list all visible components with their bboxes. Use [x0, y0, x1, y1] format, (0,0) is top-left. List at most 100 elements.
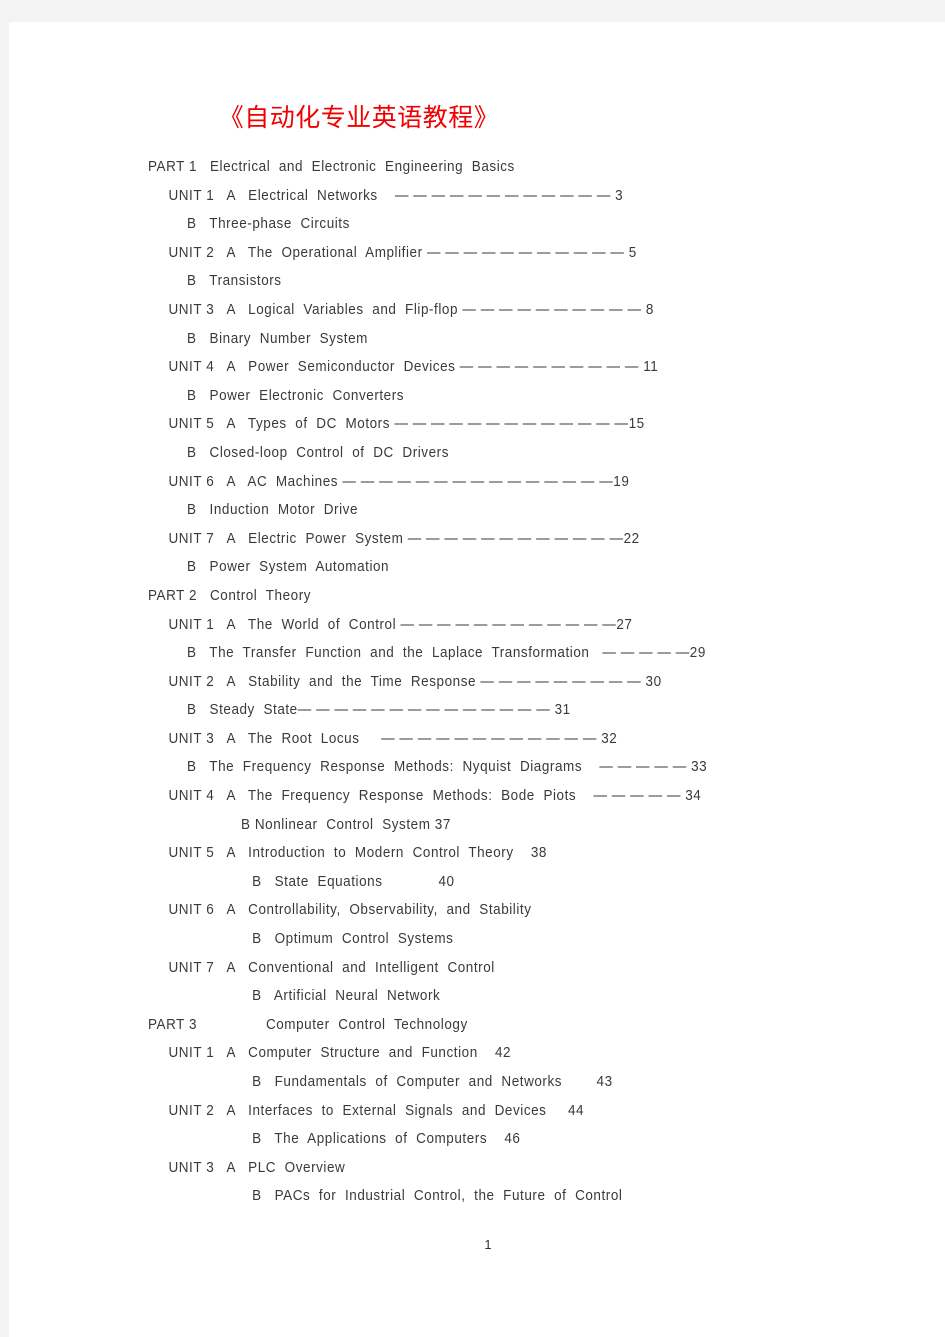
toc-entry: B Closed-loop Control of DC Drivers: [148, 439, 855, 468]
toc-entry-label: B Steady State: [187, 702, 298, 719]
toc-dot-leader: — — — — — — — — — — —: [426, 244, 629, 261]
toc-entry: PART 1 Electrical and Electronic Enginee…: [148, 153, 855, 182]
toc-entry-label: UNIT 7 A Conventional and Intelligent Co…: [168, 959, 495, 976]
toc-dot-leader: — — — — — — — — — — — — — — —: [342, 473, 614, 490]
toc-entry: UNIT 1 A Electrical Networks — — — — — —…: [148, 182, 855, 211]
toc-entry-label: B The Frequency Response Methods: Nyquis…: [187, 759, 587, 776]
page-title: 《自动化专业英语教程》: [218, 103, 500, 132]
toc-entry-label: UNIT 3 A PLC Overview: [168, 1159, 346, 1176]
toc-dot-leader: — — — — — — — — — — — —: [400, 616, 617, 633]
toc-entry: B Optimum Control Systems: [148, 925, 855, 954]
toc-entry-label: B Power System Automation: [187, 559, 390, 576]
toc-entry-label: UNIT 1 A Electrical Networks: [168, 187, 378, 204]
toc-entry-label: UNIT 1 A Computer Structure and Function…: [168, 1045, 512, 1062]
toc-entry: B The Applications of Computers 46: [148, 1125, 855, 1154]
toc-entry: B PACs for Industrial Control, the Futur…: [148, 1182, 855, 1211]
toc-entry-label: B Three-phase Circuits: [187, 216, 350, 233]
toc-entry-label: UNIT 6 A Controllability, Observability,…: [168, 902, 532, 919]
toc-entry: UNIT 5 A Types of DC Motors — — — — — — …: [148, 410, 855, 439]
toc-page-number: 22: [623, 530, 640, 547]
toc-entry: B Transistors: [148, 267, 855, 296]
toc-dot-leader: — — — — — — — — — — — — — —: [297, 702, 555, 719]
toc-entry-label: PART 1 Electrical and Electronic Enginee…: [148, 159, 515, 175]
toc-entry: PART 2 Control Theory: [148, 582, 855, 611]
toc-dot-leader: — — — — —: [586, 759, 692, 776]
toc-entry: UNIT 1 A The World of Control — — — — — …: [148, 611, 855, 640]
document-page: 《自动化专业英语教程》 PART 1 Electrical and Electr…: [9, 22, 945, 1337]
page-number: 1: [484, 1238, 492, 1252]
toc-entry: B Fundamentals of Computer and Networks …: [148, 1068, 855, 1097]
toc-entry: UNIT 2 A The Operational Amplifier — — —…: [148, 239, 855, 268]
toc-dot-leader: — — — — — — — — — —: [462, 301, 646, 318]
toc-entry: B The Frequency Response Methods: Nyquis…: [148, 753, 855, 782]
toc-entry-label: B Induction Motor Drive: [187, 502, 359, 519]
toc-entry: UNIT 3 A PLC Overview: [148, 1154, 855, 1183]
toc-entry-label: UNIT 5 A Introduction to Modern Control …: [168, 845, 547, 862]
toc-entry: B Power System Automation: [148, 553, 855, 582]
toc-entry: UNIT 1 A Computer Structure and Function…: [148, 1039, 855, 1068]
toc-entry: PART 3 Computer Control Technology: [148, 1011, 855, 1040]
toc-page-number: 32: [601, 730, 618, 747]
toc-dot-leader: — — — — — — — — — — — —: [363, 730, 602, 747]
toc-entry: B State Equations 40: [148, 868, 855, 897]
table-of-contents: PART 1 Electrical and Electronic Enginee…: [148, 153, 908, 1211]
toc-entry: B Three-phase Circuits: [148, 210, 855, 239]
toc-page-number: 27: [616, 616, 633, 633]
toc-entry-label: UNIT 3 A The Root Locus: [168, 730, 364, 747]
toc-entry-label: UNIT 2 A The Operational Amplifier: [168, 244, 427, 261]
toc-entry-label: PART 3 Computer Control Technology: [148, 1016, 468, 1033]
toc-entry: B The Transfer Function and the Laplace …: [148, 639, 855, 668]
toc-entry-label: PART 2 Control Theory: [148, 587, 312, 604]
toc-entry: B Binary Number System: [148, 325, 855, 354]
toc-page-number: 5: [628, 244, 637, 261]
toc-entry-label: B PACs for Industrial Control, the Futur…: [252, 1188, 623, 1205]
toc-entry-label: B The Transfer Function and the Laplace …: [187, 645, 594, 662]
toc-entry-label: B The Applications of Computers 46: [252, 1131, 521, 1148]
toc-page-number: 34: [685, 788, 702, 805]
toc-dot-leader: — — — — — — — — — — — — —: [394, 416, 629, 433]
toc-dot-leader: — — — — — — — — — — — —: [407, 530, 624, 547]
toc-page-number: 31: [554, 702, 571, 719]
toc-entry: UNIT 4 A Power Semiconductor Devices — —…: [148, 353, 855, 382]
toc-entry: UNIT 7 A Electric Power System — — — — —…: [148, 525, 855, 554]
toc-entry-label: UNIT 2 A Interfaces to External Signals …: [168, 1102, 585, 1119]
toc-dot-leader: — — — — — — — — — —: [459, 359, 644, 376]
toc-entry-label: B Nonlinear Control System 37: [241, 816, 451, 833]
toc-page-number: 33: [691, 759, 708, 776]
toc-page-number: 30: [645, 673, 662, 690]
toc-entry: UNIT 5 A Introduction to Modern Control …: [148, 839, 855, 868]
toc-entry: UNIT 6 A AC Machines — — — — — — — — — —…: [148, 468, 855, 497]
toc-dot-leader: — — — — —: [593, 645, 690, 662]
toc-dot-leader: — — — — — — — — —: [480, 673, 646, 690]
toc-entry-label: B Optimum Control Systems: [252, 931, 454, 948]
toc-page-number: 29: [689, 645, 706, 662]
toc-entry-label: B Closed-loop Control of DC Drivers: [187, 444, 450, 461]
toc-entry: UNIT 3 A The Root Locus — — — — — — — — …: [148, 725, 855, 754]
toc-entry: UNIT 6 A Controllability, Observability,…: [148, 896, 855, 925]
toc-entry-label: UNIT 4 A The Frequency Response Methods:…: [168, 788, 581, 805]
toc-entry-label: UNIT 3 A Logical Variables and Flip-flop: [168, 301, 463, 318]
toc-entry: UNIT 2 A Stability and the Time Response…: [148, 668, 855, 697]
toc-entry-label: B Transistors: [187, 273, 282, 290]
toc-entry: UNIT 4 A The Frequency Response Methods:…: [148, 782, 855, 811]
toc-entry-label: UNIT 4 A Power Semiconductor Devices: [168, 359, 460, 376]
toc-entry: B Artificial Neural Network: [148, 982, 855, 1011]
toc-page-number: 11: [643, 359, 659, 376]
toc-entry-label: UNIT 1 A The World of Control: [168, 616, 401, 633]
toc-page-number: 15: [628, 416, 645, 433]
toc-page-number: 3: [615, 187, 624, 204]
toc-entry-label: UNIT 2 A Stability and the Time Response: [168, 673, 481, 690]
toc-entry-label: UNIT 6 A AC Machines: [168, 473, 343, 490]
toc-entry: B Power Electronic Converters: [148, 382, 855, 411]
toc-entry: UNIT 2 A Interfaces to External Signals …: [148, 1097, 855, 1126]
toc-entry-label: B Power Electronic Converters: [187, 387, 405, 404]
toc-entry: B Nonlinear Control System 37: [148, 811, 855, 840]
toc-entry-label: UNIT 7 A Electric Power System: [168, 530, 408, 547]
toc-entry: B Induction Motor Drive: [148, 496, 855, 525]
toc-entry-label: UNIT 5 A Types of DC Motors: [168, 416, 395, 433]
toc-entry-label: B State Equations 40: [252, 873, 455, 890]
toc-entry-label: B Fundamentals of Computer and Networks …: [252, 1074, 613, 1090]
toc-entry: B Steady State— — — — — — — — — — — — — …: [148, 696, 855, 725]
toc-entry: UNIT 3 A Logical Variables and Flip-flop…: [148, 296, 855, 325]
toc-dot-leader: — — — — — — — — — — — —: [377, 187, 616, 204]
